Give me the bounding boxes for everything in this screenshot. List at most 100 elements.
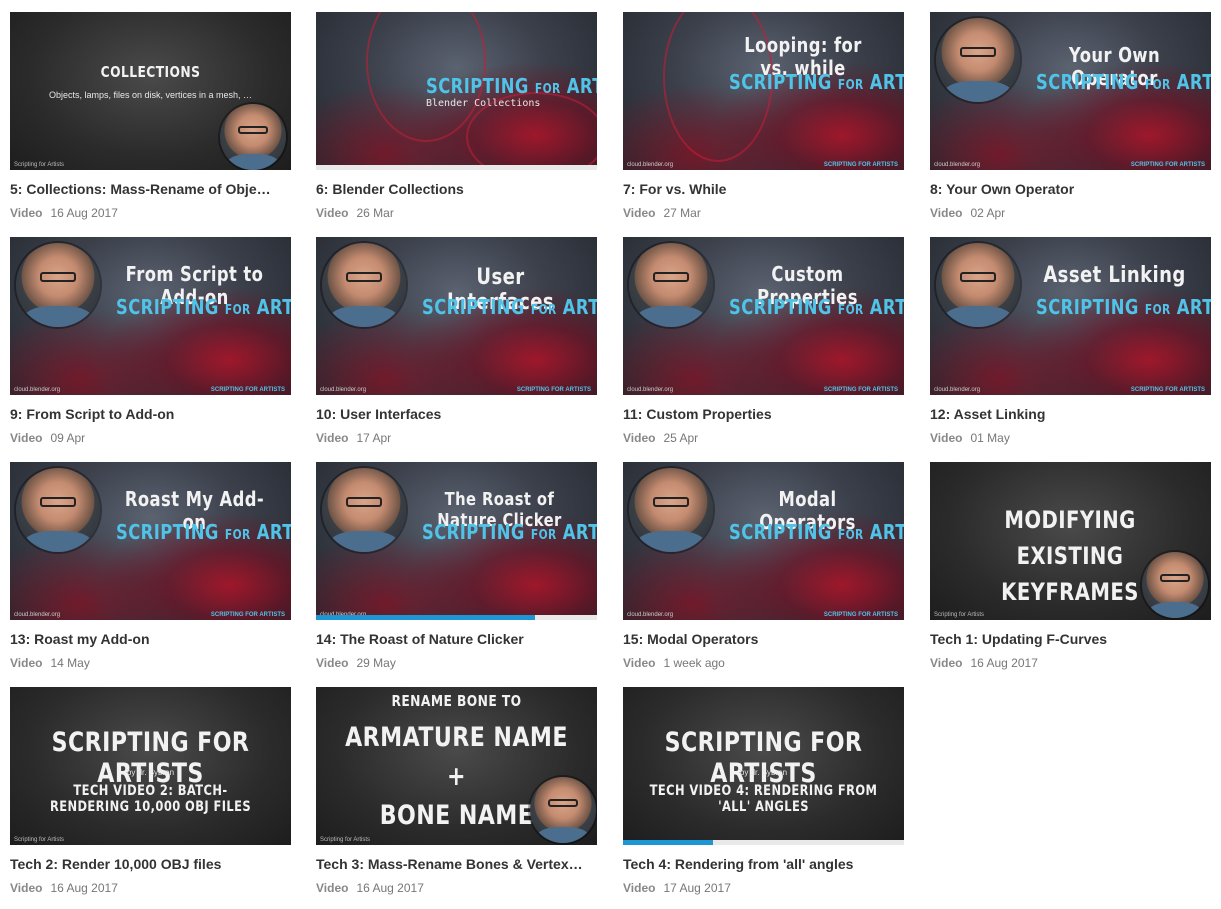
video-type: Video [623, 656, 656, 670]
video-thumbnail[interactable]: Your Own Operator SCRIPTING FOR ARTISTS … [930, 12, 1211, 170]
video-card-6[interactable]: SCRIPTING FOR ARTISTS Blender Collection… [316, 12, 597, 220]
video-thumbnail[interactable]: From Script to Add-on SCRIPTING FOR ARTI… [10, 237, 291, 395]
video-title[interactable]: Tech 3: Mass-Rename Bones & Vertex… [316, 856, 597, 872]
video-date: 09 Apr [50, 431, 86, 445]
thumbnail-series-title: SCRIPTING FOR ARTISTS [426, 74, 597, 98]
thumbnail-series-mark: SCRIPTING FOR ARTISTS [1130, 387, 1205, 393]
video-meta: Video 26 Mar [316, 206, 394, 220]
video-title[interactable]: 11: Custom Properties [623, 406, 904, 422]
thumbnail-heading: COLLECTIONS [100, 63, 201, 81]
video-thumbnail[interactable]: RENAME BONE TO ARMATURE NAME + BONE NAME… [316, 687, 597, 845]
thumbnail-watermark: Scripting for Artists [320, 837, 371, 843]
video-date: 29 May [356, 656, 396, 670]
video-title[interactable]: 9: From Script to Add-on [10, 406, 291, 422]
video-date: 01 May [970, 431, 1010, 445]
video-title[interactable]: Tech 4: Rendering from 'all' angles [623, 856, 904, 872]
video-meta: Video 16 Aug 2017 [10, 206, 118, 220]
thumbnail-line-2: ARMATURE NAME [345, 722, 568, 753]
video-date: 02 Apr [970, 206, 1006, 220]
video-title[interactable]: 10: User Interfaces [316, 406, 597, 422]
video-title[interactable]: Tech 1: Updating F-Curves [930, 631, 1211, 647]
thumbnail-subtitle: Blender Collections [426, 98, 541, 109]
video-thumbnail[interactable]: Custom Properties SCRIPTING FOR ARTISTS … [623, 237, 904, 395]
video-title[interactable]: 5: Collections: Mass-Rename of Obje… [10, 181, 291, 197]
video-meta: Video 17 Apr [316, 431, 391, 445]
thumbnail-series-mark: SCRIPTING FOR ARTISTS [823, 612, 898, 618]
video-type: Video [623, 431, 656, 445]
video-type: Video [930, 656, 963, 670]
presenter-avatar [1142, 552, 1208, 618]
video-title[interactable]: 12: Asset Linking [930, 406, 1211, 422]
video-title[interactable]: 7: For vs. While [623, 181, 904, 197]
thumbnail-watermark: cloud.blender.org [627, 387, 674, 393]
video-card-13[interactable]: Roast My Add-on SCRIPTING FOR ARTISTS cl… [10, 462, 291, 670]
video-card-5[interactable]: COLLECTIONS Objects, lamps, files on dis… [10, 12, 291, 220]
video-title[interactable]: 15: Modal Operators [623, 631, 904, 647]
video-card-tech-4[interactable]: SCRIPTING FOR ARTISTS by dr. Sybren TECH… [623, 687, 904, 895]
video-card-10[interactable]: User Interfaces SCRIPTING FOR ARTISTS cl… [316, 237, 597, 445]
thumbnail-heading: MODIFYING EXISTING KEYFRAMES [1001, 506, 1139, 606]
video-card-9[interactable]: From Script to Add-on SCRIPTING FOR ARTI… [10, 237, 291, 445]
video-thumbnail[interactable]: The Roast of Nature Clicker SCRIPTING FO… [316, 462, 597, 620]
thumbnail-watermark: Scripting for Artists [14, 837, 65, 843]
video-type: Video [316, 431, 349, 445]
thumbnail-series-mark: SCRIPTING FOR ARTISTS [210, 612, 285, 618]
thumbnail-watermark: cloud.blender.org [934, 387, 981, 393]
thumbnail-series-title: SCRIPTING FOR ARTISTS [422, 295, 597, 319]
video-meta: Video 25 Apr [623, 431, 698, 445]
video-meta: Video 16 Aug 2017 [930, 656, 1038, 670]
video-card-tech-1[interactable]: MODIFYING EXISTING KEYFRAMES Scripting f… [930, 462, 1211, 670]
video-card-tech-2[interactable]: SCRIPTING FOR ARTISTS by dr. Sybren TECH… [10, 687, 291, 895]
video-thumbnail[interactable]: User Interfaces SCRIPTING FOR ARTISTS cl… [316, 237, 597, 395]
thumbnail-subtitle: Objects, lamps, files on disk, vertices … [48, 90, 253, 100]
presenter-avatar [936, 18, 1020, 102]
presenter-avatar [530, 777, 596, 843]
video-meta: Video 1 week ago [623, 656, 725, 670]
watch-progress-bar [316, 165, 597, 170]
video-type: Video [623, 881, 656, 895]
video-card-7[interactable]: Looping: for vs. while SCRIPTING FOR ART… [623, 12, 904, 220]
video-thumbnail[interactable]: SCRIPTING FOR ARTISTS by dr. Sybren TECH… [10, 687, 291, 845]
video-title[interactable]: Tech 2: Render 10,000 OBJ files [10, 856, 291, 872]
thumbnail-series-title: SCRIPTING FOR ARTISTS [116, 295, 291, 319]
video-meta: Video 17 Aug 2017 [623, 881, 731, 895]
video-date: 16 Aug 2017 [50, 881, 118, 895]
video-thumbnail[interactable]: COLLECTIONS Objects, lamps, files on dis… [10, 12, 291, 170]
thumbnail-watermark: cloud.blender.org [627, 162, 674, 168]
video-date: 16 Aug 2017 [356, 881, 424, 895]
video-thumbnail[interactable]: SCRIPTING FOR ARTISTS by dr. Sybren TECH… [623, 687, 904, 845]
presenter-avatar [322, 243, 406, 327]
video-type: Video [10, 206, 43, 220]
video-thumbnail[interactable]: Modal Operators SCRIPTING FOR ARTISTS cl… [623, 462, 904, 620]
thumbnail-watermark: cloud.blender.org [627, 612, 674, 618]
presenter-avatar [322, 468, 406, 552]
thumbnail-series-title: SCRIPTING FOR ARTISTS [51, 727, 250, 790]
video-title[interactable]: 14: The Roast of Nature Clicker [316, 631, 597, 647]
video-thumbnail[interactable]: Looping: for vs. while SCRIPTING FOR ART… [623, 12, 904, 170]
video-card-8[interactable]: Your Own Operator SCRIPTING FOR ARTISTS … [930, 12, 1211, 220]
video-thumbnail[interactable]: Asset Linking SCRIPTING FOR ARTISTS clou… [930, 237, 1211, 395]
video-thumbnail[interactable]: Roast My Add-on SCRIPTING FOR ARTISTS cl… [10, 462, 291, 620]
video-card-tech-3[interactable]: RENAME BONE TO ARMATURE NAME + BONE NAME… [316, 687, 597, 895]
thumbnail-line-1: RENAME BONE TO [391, 692, 522, 710]
video-title[interactable]: 8: Your Own Operator [930, 181, 1211, 197]
video-thumbnail[interactable]: MODIFYING EXISTING KEYFRAMES Scripting f… [930, 462, 1211, 620]
thumbnail-series-mark: SCRIPTING FOR ARTISTS [823, 387, 898, 393]
video-date: 1 week ago [663, 656, 725, 670]
video-type: Video [930, 431, 963, 445]
video-title[interactable]: 13: Roast my Add-on [10, 631, 291, 647]
thumbnail-series-title: SCRIPTING FOR ARTISTS [664, 727, 863, 790]
video-title[interactable]: 6: Blender Collections [316, 181, 597, 197]
video-meta: Video 02 Apr [930, 206, 1005, 220]
watch-progress-bar [316, 615, 597, 620]
video-card-12[interactable]: Asset Linking SCRIPTING FOR ARTISTS clou… [930, 237, 1211, 445]
thumbnail-subtitle: TECH VIDEO 2: BATCH-RENDERING 10,000 OBJ… [49, 783, 252, 816]
video-thumbnail[interactable]: SCRIPTING FOR ARTISTS Blender Collection… [316, 12, 597, 170]
video-card-14[interactable]: The Roast of Nature Clicker SCRIPTING FO… [316, 462, 597, 670]
thumbnail-heading: Asset Linking [1043, 263, 1186, 288]
video-card-15[interactable]: Modal Operators SCRIPTING FOR ARTISTS cl… [623, 462, 904, 670]
video-card-11[interactable]: Custom Properties SCRIPTING FOR ARTISTS … [623, 237, 904, 445]
presenter-avatar [629, 243, 713, 327]
video-type: Video [10, 431, 43, 445]
thumbnail-series-mark: SCRIPTING FOR ARTISTS [823, 162, 898, 168]
